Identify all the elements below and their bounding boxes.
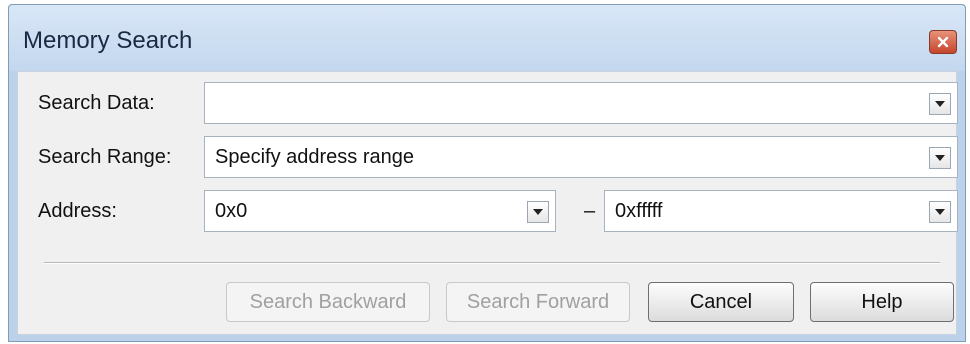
close-icon: [937, 36, 949, 48]
chevron-down-icon: [935, 209, 945, 215]
chevron-down-icon: [935, 101, 945, 107]
search-backward-button[interactable]: Search Backward: [226, 282, 430, 322]
dialog-title: Memory Search: [23, 27, 193, 54]
address-start-combobox[interactable]: 0x0: [204, 190, 556, 232]
search-range-value: Specify address range: [215, 146, 415, 168]
chevron-down-icon: [935, 155, 945, 161]
address-start-dropdown-button[interactable]: [527, 201, 549, 223]
cancel-button[interactable]: Cancel: [648, 282, 794, 322]
search-data-label: Search Data:: [38, 92, 155, 114]
address-start-value: 0x0: [215, 200, 248, 222]
dialog-content: Search Data: Search Range: Specify addre…: [17, 71, 958, 335]
chevron-down-icon: [533, 209, 543, 215]
help-button[interactable]: Help: [810, 282, 954, 322]
address-label: Address:: [38, 200, 117, 222]
close-button[interactable]: [929, 30, 957, 54]
address-range-separator: –: [584, 200, 596, 222]
search-data-dropdown-button[interactable]: [929, 93, 951, 115]
search-data-combobox[interactable]: [204, 82, 958, 124]
separator-line: [44, 262, 940, 264]
address-end-combobox[interactable]: 0xfffff: [604, 190, 958, 232]
title-bar[interactable]: Memory Search: [9, 5, 965, 71]
address-end-dropdown-button[interactable]: [929, 201, 951, 223]
search-range-dropdown-button[interactable]: [929, 147, 951, 169]
address-end-value: 0xfffff: [615, 200, 663, 222]
memory-search-dialog: Memory Search Search Data: Search Range:…: [8, 4, 966, 342]
search-range-label: Search Range:: [38, 146, 172, 168]
search-forward-button[interactable]: Search Forward: [446, 282, 630, 322]
search-range-combobox[interactable]: Specify address range: [204, 136, 958, 178]
